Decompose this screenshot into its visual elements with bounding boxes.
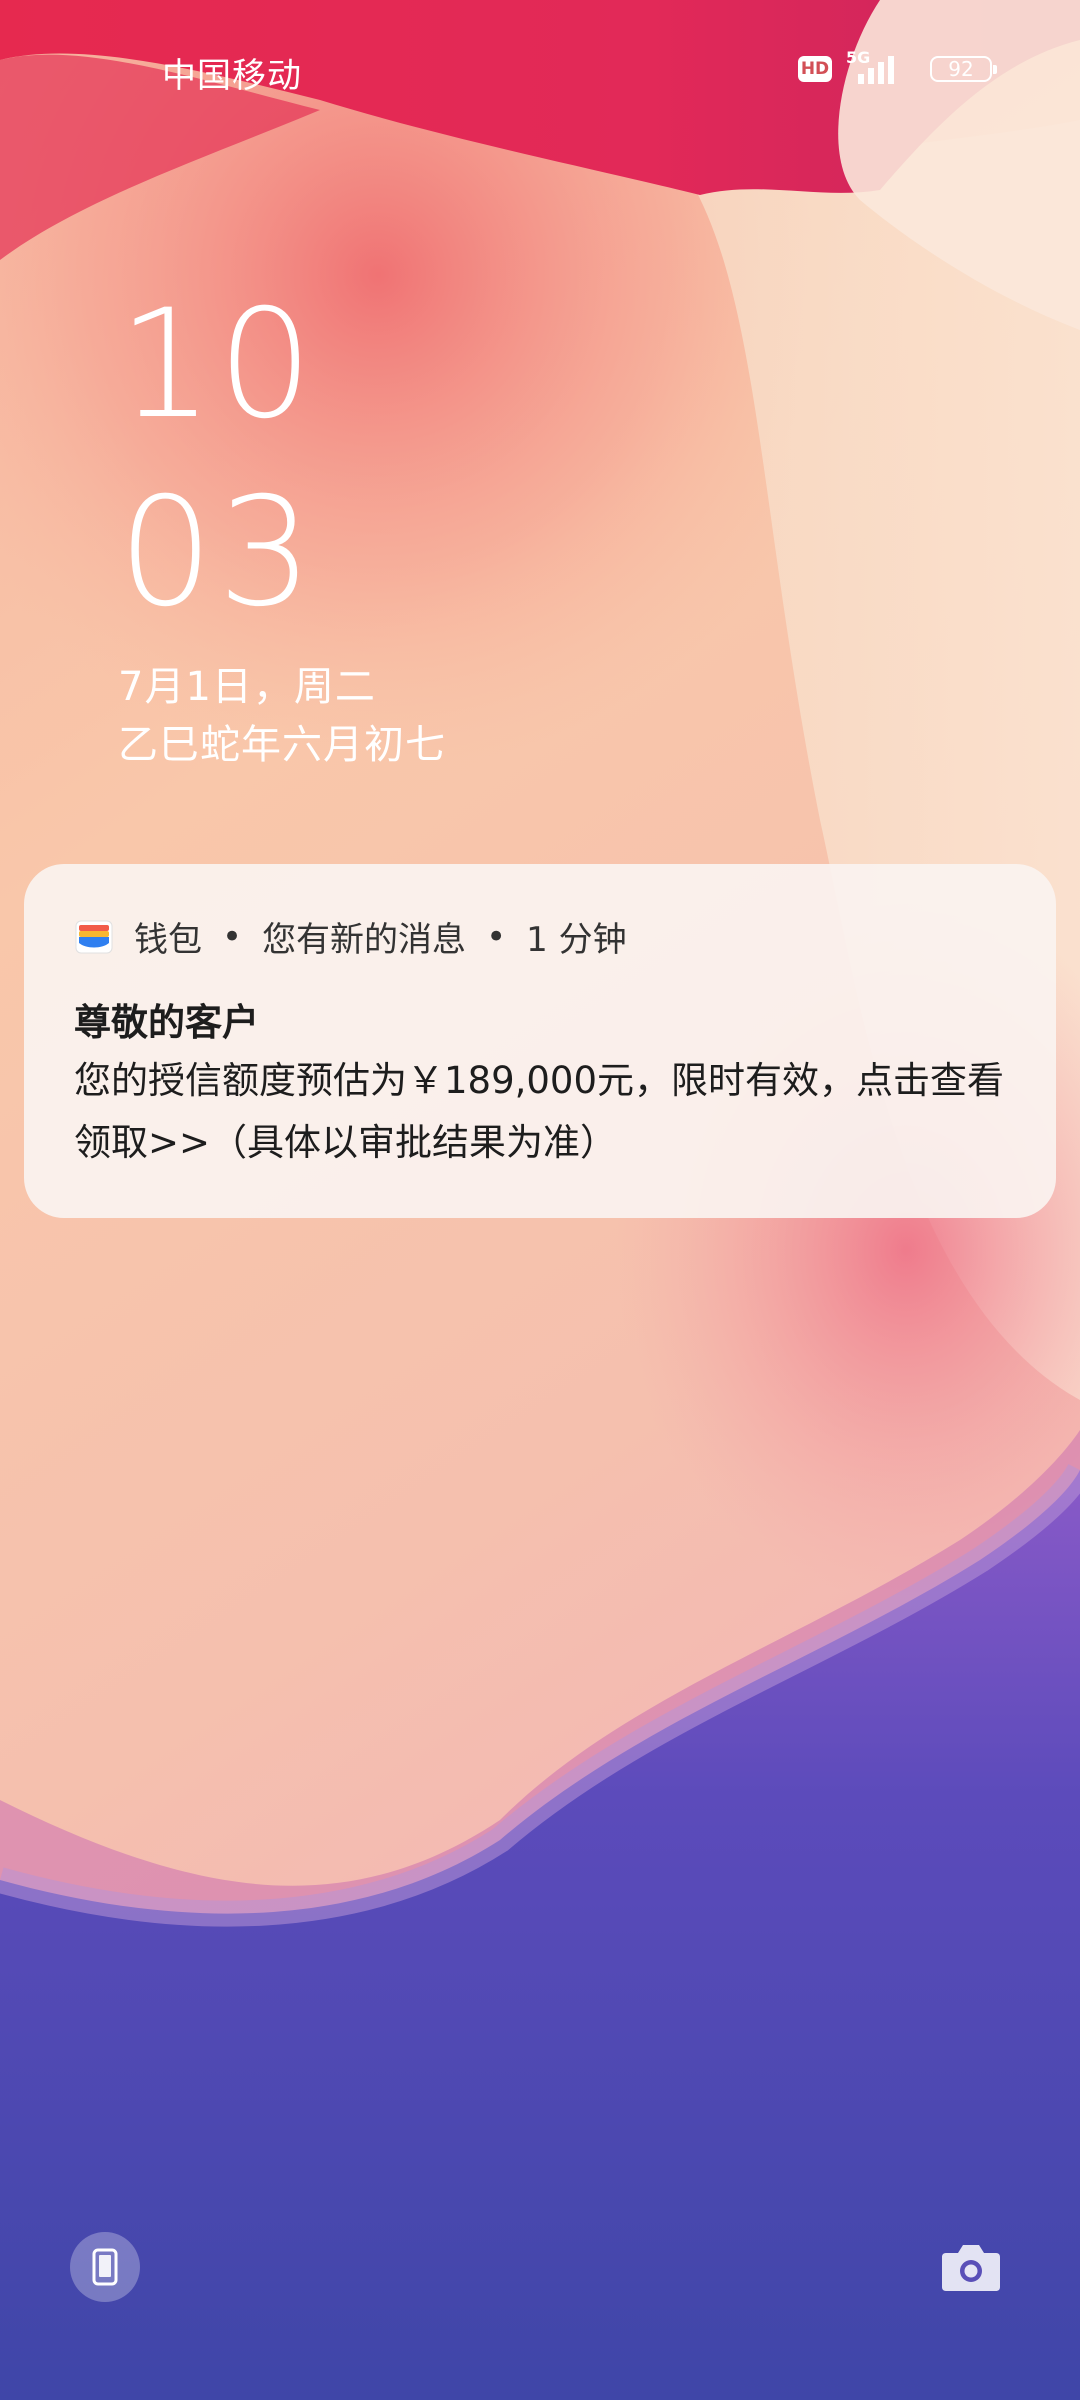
header-separator-dot: • [222, 916, 243, 957]
date-text: 7月1日，周二 [118, 664, 376, 710]
notification-time: 1 分钟 [526, 920, 627, 960]
notification-body: 您的授信额度预估为￥189,000元，限时有效，点击查看领取>>（具体以审批结果… [74, 1059, 1005, 1164]
header-separator-dot: • [486, 916, 507, 957]
hd-icon: HD [798, 56, 832, 82]
status-icons: HD 5G 92 [798, 48, 997, 86]
clock-hour: 10 [118, 278, 317, 452]
status-bar: 中国移动 HD 5G 92 [0, 0, 1080, 140]
phone-shortcut-button[interactable] [70, 2232, 140, 2302]
notification-summary: 您有新的消息 [262, 920, 467, 960]
lock-screen: 中国移动 HD 5G 92 10 03 7月1日，周二 乙巳蛇年六月初七 钱包 … [0, 0, 1080, 2400]
notification-card[interactable]: 钱包 • 您有新的消息 • 1 分钟 尊敬的客户 您的授信额度预估为￥189,0… [24, 864, 1056, 1218]
carrier-name: 中国移动 [162, 56, 302, 96]
battery-icon: 92 [930, 56, 997, 82]
camera-shortcut-button[interactable] [936, 2232, 1006, 2302]
signal-5g-icon: 5G [846, 48, 906, 86]
battery-level: 92 [948, 57, 974, 81]
wallet-app-icon [75, 920, 113, 953]
notification-title: 尊敬的客户 [74, 1001, 259, 1044]
notification-app-name: 钱包 [134, 920, 202, 960]
notification-header: 钱包 • 您有新的消息 • 1 分钟 [74, 912, 627, 961]
lunar-date-text: 乙巳蛇年六月初七 [118, 722, 446, 768]
camera-icon [942, 2245, 1000, 2291]
phone-icon [92, 2248, 118, 2286]
clock-minute: 03 [118, 466, 317, 640]
